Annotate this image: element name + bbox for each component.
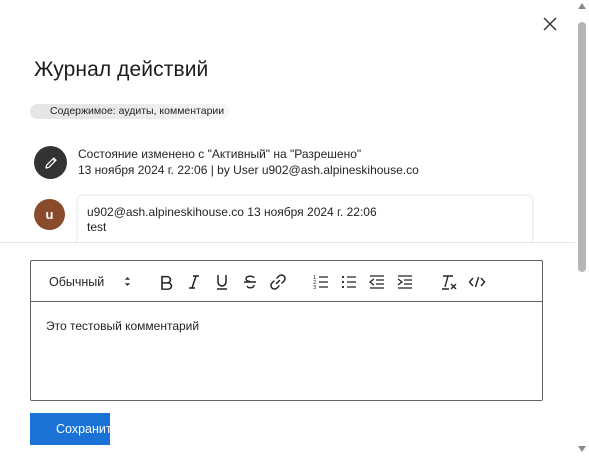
- increase-indent-button[interactable]: [394, 272, 416, 292]
- numbered-list-button[interactable]: 1 2 3: [310, 272, 332, 292]
- link-button[interactable]: [267, 272, 289, 292]
- avatar: u: [34, 199, 65, 230]
- link-icon: [270, 274, 286, 290]
- increase-indent-icon: [397, 275, 412, 289]
- scroll-thumb[interactable]: [578, 22, 586, 272]
- comment-text: test: [87, 220, 107, 234]
- scroll-up-arrow-icon[interactable]: [578, 3, 586, 9]
- paragraph-style-select[interactable]: Обычный: [49, 275, 131, 289]
- strikethrough-icon: [244, 275, 256, 289]
- close-icon: [543, 17, 557, 31]
- activity-timeline: Состояние изменено с "Активный" на "Разр…: [0, 140, 575, 243]
- underline-button[interactable]: [211, 272, 233, 292]
- updown-chevron-icon: [124, 277, 131, 286]
- decrease-indent-icon: [368, 275, 384, 289]
- save-button[interactable]: Сохранить: [30, 413, 110, 445]
- scrollbar[interactable]: [575, 0, 589, 461]
- filter-pill[interactable]: Содержимое: аудиты, комментарии: [30, 104, 231, 119]
- bold-icon: [161, 275, 173, 290]
- code-button[interactable]: [466, 272, 488, 292]
- clear-formatting-icon: [442, 275, 457, 290]
- italic-button[interactable]: [183, 272, 205, 292]
- bold-button[interactable]: [155, 272, 177, 292]
- dialog-title: Журнал действий: [34, 58, 209, 81]
- paragraph-style-value: Обычный: [49, 275, 105, 289]
- editor-toolbar: Обычный 1 2 3: [31, 261, 542, 302]
- clear-formatting-button[interactable]: [438, 272, 460, 292]
- bulleted-list-icon: [341, 275, 356, 289]
- editor-text[interactable]: Это тестовый комментарий: [46, 319, 199, 333]
- comment-entry: u u902@ash.alpineskihouse.co 13 ноября 2…: [34, 196, 554, 243]
- italic-icon: [189, 275, 199, 289]
- comment-editor[interactable]: Обычный 1 2 3 Это тестовый комментарий: [30, 260, 543, 401]
- code-icon: [468, 276, 486, 288]
- divider: [0, 242, 575, 243]
- bulleted-list-button[interactable]: [338, 272, 360, 292]
- numbered-list-icon: 1 2 3: [313, 275, 328, 291]
- audit-meta: 13 ноября 2024 г. 22:06 | by User u902@a…: [78, 163, 419, 177]
- underline-icon: [217, 275, 227, 290]
- audit-avatar: [34, 146, 67, 179]
- close-button[interactable]: [538, 12, 562, 36]
- svg-text:3: 3: [313, 285, 316, 291]
- audit-text: Состояние изменено с "Активный" на "Разр…: [78, 146, 419, 178]
- decrease-indent-button[interactable]: [366, 272, 388, 292]
- comment-card: u902@ash.alpineskihouse.co 13 ноября 202…: [78, 196, 532, 243]
- comment-header: u902@ash.alpineskihouse.co 13 ноября 202…: [87, 205, 377, 219]
- audit-entry: Состояние изменено с "Активный" на "Разр…: [34, 146, 554, 186]
- strikethrough-button[interactable]: [239, 272, 261, 292]
- audit-description: Состояние изменено с "Активный" на "Разр…: [78, 147, 362, 161]
- scroll-down-arrow-icon[interactable]: [578, 446, 586, 452]
- pencil-icon: [44, 156, 57, 169]
